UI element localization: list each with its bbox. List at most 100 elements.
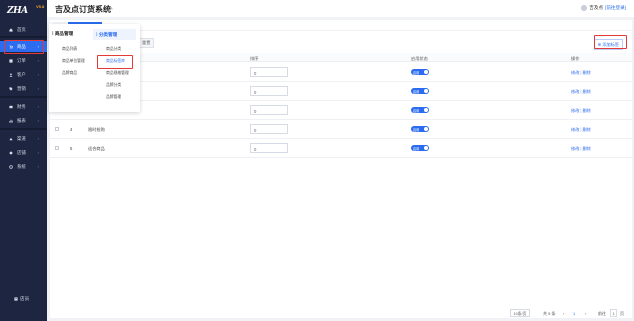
delete-link[interactable]: 删除 (582, 108, 590, 113)
sidebar-item-reports[interactable]: 报表 › (0, 115, 47, 126)
chevron-right-icon: › (37, 104, 39, 109)
highlight-box (594, 35, 627, 49)
sidebar-item-customers[interactable]: 客户 › (0, 69, 47, 80)
home-icon (9, 27, 13, 32)
menu-item-spec-manage[interactable]: 商品规格管理 (106, 71, 129, 76)
toggle-label: 启用 (413, 71, 420, 76)
logo-text: ZHA (7, 6, 28, 16)
delete-link[interactable]: 删除 (582, 127, 590, 132)
next-page-icon[interactable]: › (585, 311, 586, 316)
row-name: 限时抢购 (88, 127, 105, 132)
user-icon (9, 73, 13, 77)
column-header-ops: 操作 (571, 56, 580, 61)
edit-link[interactable]: 修改 (571, 70, 579, 75)
reset-button[interactable]: 重置 (138, 38, 155, 48)
gear-icon (9, 164, 13, 169)
menu-item-goods-list[interactable]: 商品列表 (62, 47, 77, 52)
menu-item-brand-manage[interactable]: 品牌管理 (106, 95, 121, 100)
sort-input[interactable]: 0 (250, 86, 288, 96)
edit-link[interactable]: 修改 (571, 108, 579, 113)
status-toggle[interactable]: 启用 (411, 145, 429, 151)
menu-item-category[interactable]: 商品分类 (106, 47, 121, 52)
row-checkbox[interactable] (55, 127, 59, 131)
sidebar-item-orders[interactable]: 订单 › (0, 55, 47, 66)
sidebar-item-store[interactable]: 店铺 › (0, 147, 47, 158)
footer-user-label: 店员 (20, 296, 30, 301)
chevron-right-icon: › (37, 164, 39, 169)
finance-icon (9, 105, 13, 108)
edit-link[interactable]: 修改 (571, 89, 579, 94)
menu-group-label: 分类管理 (98, 32, 118, 37)
delete-link[interactable]: 删除 (582, 146, 590, 151)
row-actions: 修改|删除 (571, 70, 591, 76)
chevron-right-icon: › (37, 136, 39, 141)
page-size-select[interactable]: 10条/页 (510, 309, 530, 317)
total-count: 共 5 条 (543, 311, 556, 316)
sidebar-item-finance[interactable]: 财务 › (0, 101, 47, 112)
switch-store-link[interactable]: [前往登录] (605, 5, 626, 11)
chevron-right-icon: › (37, 118, 39, 123)
table-row: 4 限时抢购 0 启用 修改|删除 (50, 120, 632, 139)
goto-page-input[interactable]: 1 (610, 309, 617, 317)
delete-link[interactable]: 删除 (582, 89, 590, 94)
menu-group-label: 商品管理 (54, 31, 74, 36)
chevron-right-icon: › (37, 58, 39, 63)
toggle-label: 启用 (413, 128, 420, 133)
toggle-knob (424, 146, 428, 150)
tag-icon (9, 86, 13, 91)
status-toggle[interactable]: 启用 (411, 107, 429, 113)
top-header: 吉及点订货系统 ✎ 吉及点 [前往登录] (47, 0, 634, 17)
toggle-knob (424, 89, 428, 93)
status-toggle[interactable]: 启用 (411, 88, 429, 94)
row-actions: 修改|删除 (571, 146, 591, 152)
divider (0, 96, 47, 98)
sidebar-item-label: 渠道 (17, 135, 26, 141)
sort-input[interactable]: 0 (250, 143, 288, 153)
sidebar-item-channel[interactable]: 渠道 › (0, 133, 47, 144)
menu-group-category: ⁞ 分类管理 (93, 29, 136, 40)
current-page[interactable]: 1 (573, 311, 575, 316)
menu-group-goods: ⁞ 商品管理 (52, 31, 74, 36)
page-suffix: 页 (620, 311, 624, 316)
menu-item-brand-category[interactable]: 品牌分类 (106, 83, 121, 88)
sidebar-item-home[interactable]: 首页 (0, 24, 47, 35)
prev-page-icon[interactable]: ‹ (563, 311, 564, 316)
sort-input[interactable]: 0 (250, 67, 288, 77)
channel-icon (9, 137, 13, 140)
chart-icon (9, 119, 13, 123)
divider (0, 36, 47, 38)
sidebar-item-system[interactable]: 系统 › (0, 161, 47, 172)
sidebar-item-marketing[interactable]: 营销 › (0, 83, 47, 94)
edit-link[interactable]: 修改 (571, 127, 579, 132)
menu-item-brand-goods[interactable]: 品牌商品 (62, 71, 77, 76)
chevron-right-icon: › (37, 72, 39, 77)
menu-item-unit-manage[interactable]: 商品单位管理 (62, 59, 85, 64)
avatar (581, 5, 588, 11)
status-toggle[interactable]: 启用 (411, 126, 429, 132)
row-checkbox[interactable] (55, 146, 59, 150)
delete-link[interactable]: 删除 (582, 70, 590, 75)
sidebar-item-label: 客户 (17, 71, 26, 77)
status-toggle[interactable]: 启用 (411, 69, 429, 75)
sidebar-item-label: 店铺 (17, 149, 26, 155)
row-number: 5 (70, 146, 73, 151)
chevron-right-icon: › (37, 86, 39, 91)
edit-link[interactable]: 修改 (571, 146, 579, 151)
highlight-box (4, 40, 44, 54)
edit-icon[interactable]: ✎ (109, 6, 113, 12)
column-header-status: 启用状态 (411, 56, 428, 61)
sidebar-item-label: 报表 (17, 117, 26, 123)
column-header-sort: 排序 (250, 56, 259, 61)
highlight-box (97, 55, 133, 69)
sort-input[interactable]: 0 (250, 124, 288, 134)
toggle-knob (424, 127, 428, 131)
app-logo[interactable]: ZHA V5.8 (7, 4, 44, 18)
sort-input[interactable]: 0 (250, 105, 288, 115)
sidebar-item-label: 营销 (17, 85, 26, 91)
toggle-label: 启用 (413, 147, 420, 152)
row-actions: 修改|删除 (571, 108, 591, 114)
page-title: 吉及点订货系统 (55, 5, 111, 14)
footer-user[interactable]: 店员 (14, 296, 29, 302)
sidebar-item-label: 订单 (17, 57, 26, 63)
row-actions: 修改|删除 (571, 127, 591, 133)
